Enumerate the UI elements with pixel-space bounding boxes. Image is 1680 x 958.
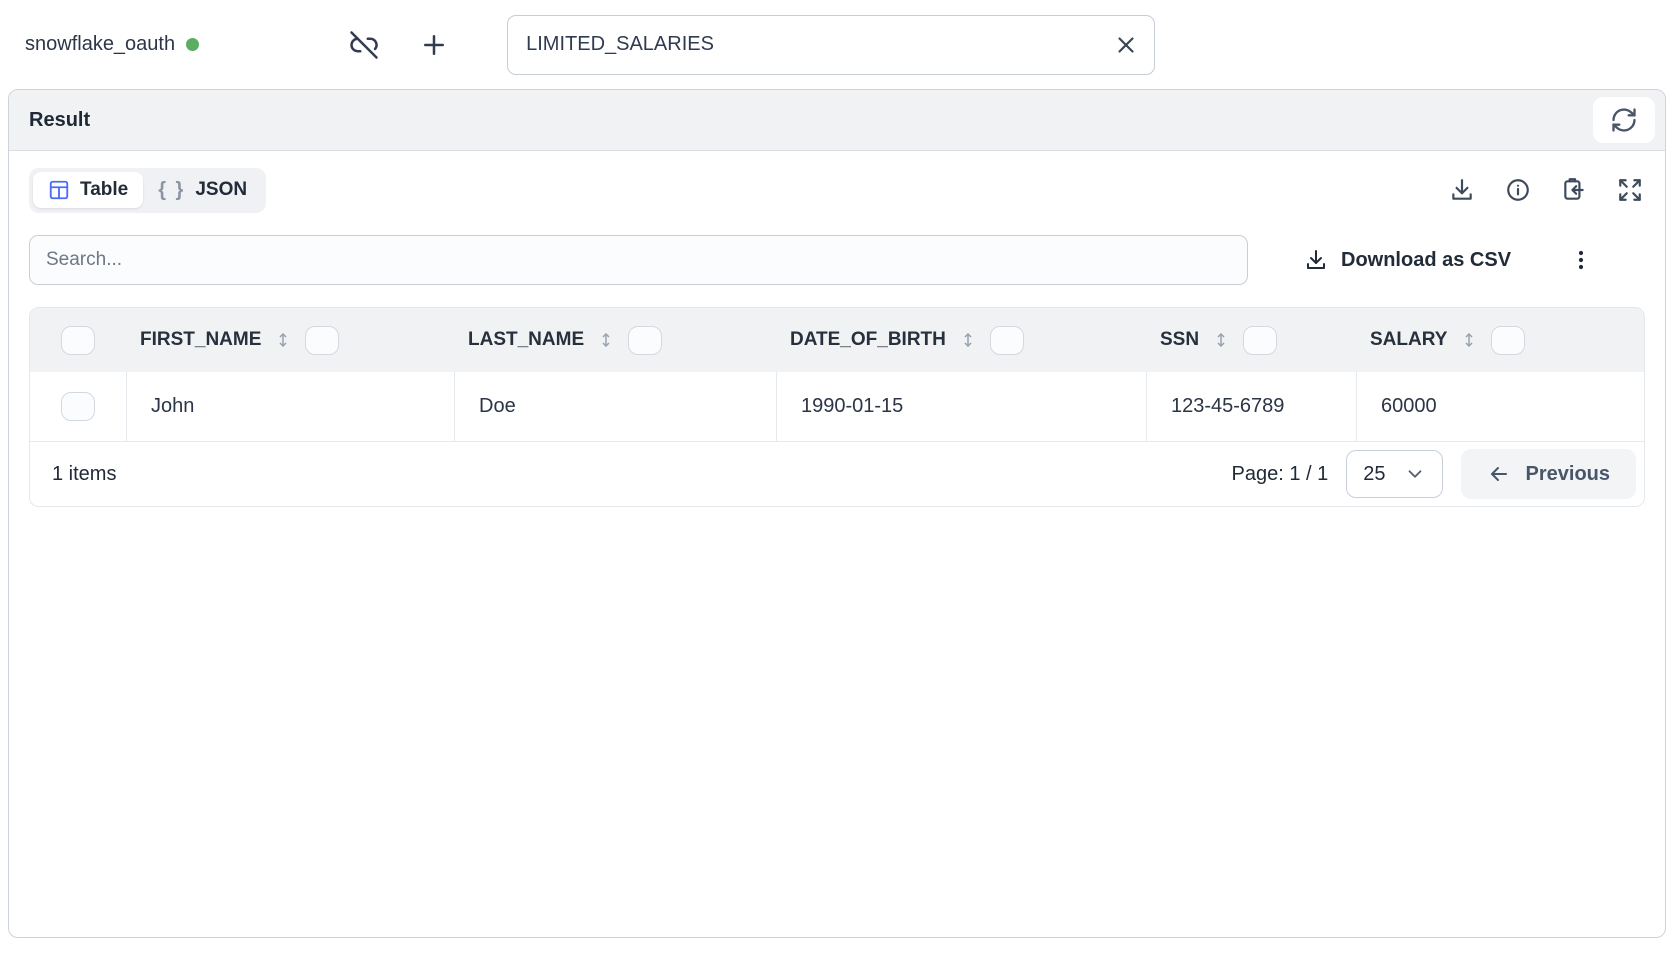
chevron-down-icon — [1404, 463, 1426, 485]
sort-icon[interactable] — [1460, 329, 1478, 351]
cell-date-of-birth: 1990-01-15 — [776, 372, 1146, 441]
download-csv-button[interactable]: Download as CSV — [1298, 247, 1517, 273]
sort-icon[interactable] — [1212, 329, 1230, 351]
result-info-button[interactable] — [1505, 177, 1531, 203]
plus-icon — [419, 30, 449, 60]
json-tab-label: JSON — [195, 179, 247, 201]
page-title: Result — [29, 109, 90, 132]
result-panel: Result Table { } JSON — [8, 89, 1666, 938]
result-panel-header: Result — [9, 90, 1665, 151]
row-checkbox[interactable] — [61, 392, 95, 421]
column-checkbox[interactable] — [990, 326, 1024, 355]
column-header[interactable]: SSN — [1146, 308, 1356, 372]
download-icon — [1449, 177, 1475, 203]
connection-status-dot — [186, 38, 199, 51]
column-label: SALARY — [1370, 329, 1447, 351]
braces-icon: { } — [158, 179, 185, 202]
page-size-select[interactable]: 25 — [1346, 450, 1442, 498]
connection-tab[interactable]: snowflake_oauth — [25, 33, 199, 56]
previous-label: Previous — [1526, 463, 1610, 486]
previous-page-button[interactable]: Previous — [1461, 449, 1636, 499]
copy-result-button[interactable] — [1561, 177, 1587, 203]
download-result-button[interactable] — [1449, 177, 1475, 203]
table-footer: 1 items Page: 1 / 1 25 Previous — [30, 442, 1644, 506]
column-header[interactable]: LAST_NAME — [454, 308, 776, 372]
add-tab-button[interactable] — [419, 30, 449, 60]
expand-icon — [1617, 177, 1643, 203]
page-size-value: 25 — [1363, 463, 1385, 486]
refresh-button[interactable] — [1593, 97, 1655, 143]
column-label: DATE_OF_BIRTH — [790, 329, 946, 351]
table-tab-label: Table — [80, 179, 128, 201]
close-icon — [1113, 32, 1139, 58]
sort-icon[interactable] — [959, 329, 977, 351]
column-label: FIRST_NAME — [140, 329, 261, 351]
arrow-left-icon — [1487, 462, 1511, 486]
column-label: LAST_NAME — [468, 329, 584, 351]
results-table: FIRST_NAME LAST_NAME DATE_OF_BIRTH SSN — [29, 307, 1645, 507]
column-header[interactable]: SALARY — [1356, 308, 1644, 372]
download-csv-label: Download as CSV — [1341, 249, 1511, 272]
view-toggle: Table { } JSON — [29, 168, 266, 213]
tab-json-view[interactable]: { } JSON — [143, 172, 262, 209]
column-header[interactable]: DATE_OF_BIRTH — [776, 308, 1146, 372]
tab-table-view[interactable]: Table — [33, 172, 143, 208]
search-input[interactable] — [29, 235, 1248, 285]
cell-first-name: John — [126, 372, 454, 441]
kebab-menu-icon — [1569, 248, 1593, 272]
top-bar: snowflake_oauth — [0, 0, 1680, 89]
fullscreen-button[interactable] — [1617, 177, 1643, 203]
table-view-icon — [48, 179, 70, 201]
table-header-row: FIRST_NAME LAST_NAME DATE_OF_BIRTH SSN — [30, 308, 1644, 372]
column-checkbox[interactable] — [628, 326, 662, 355]
unlink-icon — [349, 30, 379, 60]
cell-salary: 60000 — [1356, 372, 1644, 441]
sort-icon[interactable] — [597, 329, 615, 351]
column-header[interactable]: FIRST_NAME — [126, 308, 454, 372]
download-icon — [1304, 248, 1328, 272]
column-checkbox[interactable] — [1491, 326, 1525, 355]
table-row[interactable]: John Doe 1990-01-15 123-45-6789 60000 — [30, 372, 1644, 442]
column-checkbox[interactable] — [305, 326, 339, 355]
clear-query-button[interactable] — [1113, 32, 1139, 58]
clipboard-paste-icon — [1561, 177, 1587, 203]
connection-name: snowflake_oauth — [25, 33, 175, 56]
items-count: 1 items — [52, 463, 116, 486]
column-label: SSN — [1160, 329, 1199, 351]
query-input[interactable] — [507, 15, 1155, 75]
cell-last-name: Doe — [454, 372, 776, 441]
info-icon — [1505, 177, 1531, 203]
column-checkbox[interactable] — [1243, 326, 1277, 355]
cell-ssn: 123-45-6789 — [1146, 372, 1356, 441]
unlink-button[interactable] — [349, 30, 379, 60]
table-options-button[interactable] — [1569, 248, 1593, 272]
sort-icon[interactable] — [274, 329, 292, 351]
select-all-checkbox[interactable] — [61, 326, 95, 355]
refresh-icon — [1610, 106, 1638, 134]
page-indicator: Page: 1 / 1 — [1232, 463, 1329, 486]
